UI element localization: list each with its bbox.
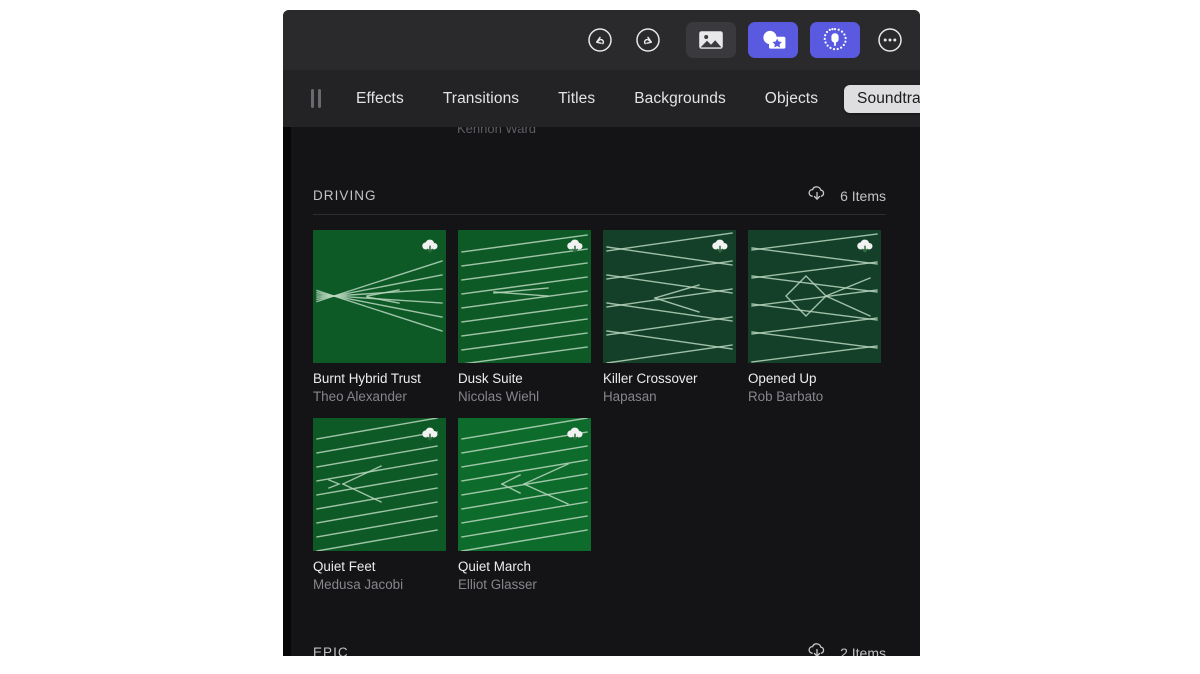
track-artist: Elliot Glasser [458,577,591,592]
drag-handle-bar [318,89,321,108]
section-item-count: 2 Items [840,645,886,657]
section-meta: 6 Items [806,183,886,208]
microphone-icon [821,26,849,54]
track-title: Quiet Feet [313,559,446,574]
browser-left-rail [283,127,291,656]
ellipsis-icon [877,27,903,53]
clipped-previous-track: Kennon Ward [291,127,920,143]
tab-effects[interactable]: Effects [343,85,417,113]
cloud-download-icon[interactable] [855,236,875,256]
more-button[interactable] [872,22,908,58]
track-title: Dusk Suite [458,371,591,386]
section-item-count: 6 Items [840,188,886,204]
track-item[interactable]: Quiet Feet Medusa Jacobi [313,418,446,592]
voiceover-button[interactable] [810,22,860,58]
track-item[interactable]: Quiet March Elliot Glasser [458,418,591,592]
section-title: EPIC [313,645,349,656]
section-header: EPIC 2 Items [313,634,886,656]
track-artwork[interactable] [603,230,736,363]
track-artwork[interactable] [313,418,446,551]
tab-titles[interactable]: Titles [545,85,608,113]
track-artist: Rob Barbato [748,389,881,404]
screenshot-root: Effects Transitions Titles Backgrounds O… [0,0,1200,674]
drag-handle-bar [311,89,314,108]
track-artist: Medusa Jacobi [313,577,446,592]
cloud-download-icon[interactable] [806,640,828,656]
track-artist: Theo Alexander [313,389,446,404]
track-artwork[interactable] [313,230,446,363]
redo-button[interactable] [630,22,666,58]
section-title: DRIVING [313,188,377,203]
track-item[interactable]: Dusk Suite Nicolas Wiehl [458,230,591,404]
tab-backgrounds[interactable]: Backgrounds [621,85,739,113]
section-meta: 2 Items [806,640,886,656]
cloud-download-icon[interactable] [420,424,440,444]
cloud-download-icon[interactable] [565,236,585,256]
star-badge-icon [759,28,787,52]
tab-transitions[interactable]: Transitions [430,85,532,113]
cloud-download-icon[interactable] [565,424,585,444]
cloud-download-icon[interactable] [806,183,828,208]
soundtracks-scroll-area[interactable]: Kennon Ward DRIVING 6 Items [291,127,920,656]
track-artist: Nicolas Wiehl [458,389,591,404]
browser-tabbar: Effects Transitions Titles Backgrounds O… [283,70,920,127]
track-artist: Hapasan [603,389,736,404]
section-header: DRIVING 6 Items [313,177,886,215]
undo-button[interactable] [582,22,618,58]
cloud-download-icon[interactable] [420,236,440,256]
track-title: Killer Crossover [603,371,736,386]
soundtracks-browser: Kennon Ward DRIVING 6 Items [283,127,920,656]
photo-icon [698,29,724,51]
browser-drag-handle[interactable] [311,89,321,108]
undo-icon [587,27,613,53]
track-artwork[interactable] [458,230,591,363]
cloud-download-icon[interactable] [710,236,730,256]
clipped-previous-artist: Kennon Ward [457,127,536,136]
redo-icon [635,27,661,53]
effects-button[interactable] [748,22,798,58]
track-item[interactable]: Burnt Hybrid Trust Theo Alexander [313,230,446,404]
media-button[interactable] [686,22,736,58]
app-window: Effects Transitions Titles Backgrounds O… [283,10,920,656]
track-artwork[interactable] [458,418,591,551]
track-title: Quiet March [458,559,591,574]
track-title: Burnt Hybrid Trust [313,371,446,386]
track-artwork[interactable] [748,230,881,363]
track-item[interactable]: Opened Up Rob Barbato [748,230,881,404]
track-title: Opened Up [748,371,881,386]
top-toolbar [283,10,920,70]
track-item[interactable]: Killer Crossover Hapasan [603,230,736,404]
tab-soundtracks[interactable]: Soundtracks [844,85,920,113]
tab-objects[interactable]: Objects [752,85,831,113]
